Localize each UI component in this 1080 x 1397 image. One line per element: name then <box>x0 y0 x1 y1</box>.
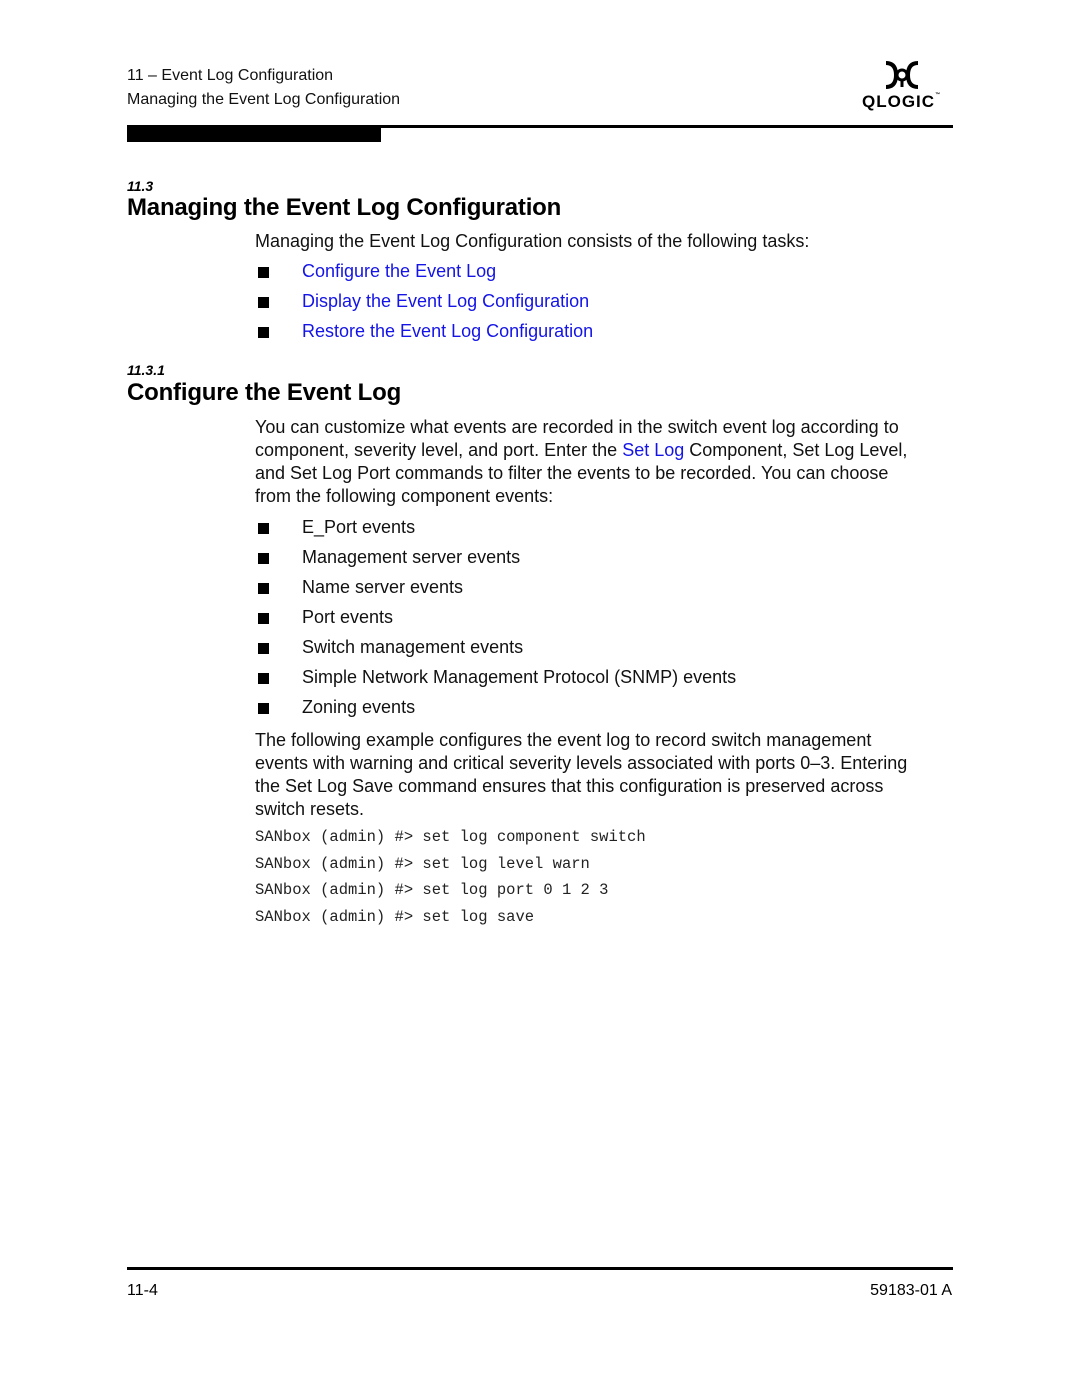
list-item: Management server events <box>302 547 521 567</box>
paragraph-line: from the following component events: <box>255 486 554 506</box>
bullet-icon <box>258 327 269 338</box>
page-number: 11-4 <box>127 1282 158 1299</box>
section-number: 11.3 <box>127 178 154 194</box>
subsection-number: 11.3.1 <box>127 362 165 378</box>
text: Component, Set Log Level, <box>684 440 908 460</box>
text: component, severity level, and port. Ent… <box>255 440 623 460</box>
task-link-display[interactable]: Display the Event Log Configuration <box>302 290 589 313</box>
paragraph-line: events with warning and critical severit… <box>255 753 908 773</box>
code-line: SANbox (admin) #> set log component swit… <box>255 828 646 846</box>
paragraph-line: switch resets. <box>255 799 365 819</box>
code-line: SANbox (admin) #> set log level warn <box>255 855 590 873</box>
bullet-icon <box>258 613 269 624</box>
list-item: E_Port events <box>302 517 416 537</box>
paragraph-line: the Set Log Save command ensures that th… <box>255 776 884 796</box>
paragraph-line: You can customize what events are record… <box>255 417 899 437</box>
list-item: Name server events <box>302 577 464 597</box>
header-rule-bar <box>127 125 381 142</box>
bullet-icon <box>258 553 269 564</box>
qlogic-logo-icon <box>885 61 919 89</box>
qlogic-logo: QLOGIC™ <box>862 60 952 116</box>
document-id: 59183-01 A <box>870 1282 952 1299</box>
task-link-restore[interactable]: Restore the Event Log Configuration <box>302 320 593 343</box>
section-intro: Managing the Event Log Configuration con… <box>255 231 810 251</box>
bullet-icon <box>258 523 269 534</box>
code-line: SANbox (admin) #> set log save <box>255 908 535 926</box>
bullet-icon <box>258 673 269 684</box>
bullet-icon <box>258 703 269 714</box>
paragraph-line: and Set Log Port commands to filter the … <box>255 463 889 483</box>
logo-text: QLOGIC™ <box>862 92 942 111</box>
paragraph-line: component, severity level, and port. Ent… <box>255 439 907 462</box>
bullet-icon <box>258 583 269 594</box>
subsection-title: Configure the Event Log <box>127 379 402 406</box>
code-line: SANbox (admin) #> set log port 0 1 2 3 <box>255 881 609 899</box>
list-item: Zoning events <box>302 697 416 717</box>
header-section: Managing the Event Log Configuration <box>127 91 401 108</box>
bullet-icon <box>258 297 269 308</box>
set-log-link[interactable]: Set Log <box>622 440 684 460</box>
task-link-configure[interactable]: Configure the Event Log <box>302 260 496 283</box>
header-chapter: 11 – Event Log Configuration <box>127 67 334 84</box>
section-title: Managing the Event Log Configuration <box>127 194 562 221</box>
bullet-icon <box>258 643 269 654</box>
footer-rule <box>127 1267 953 1270</box>
list-item: Switch management events <box>302 637 524 657</box>
list-item: Simple Network Management Protocol (SNMP… <box>302 667 737 687</box>
paragraph-line: The following example configures the eve… <box>255 730 872 750</box>
list-item: Port events <box>302 607 394 627</box>
bullet-icon <box>258 267 269 278</box>
